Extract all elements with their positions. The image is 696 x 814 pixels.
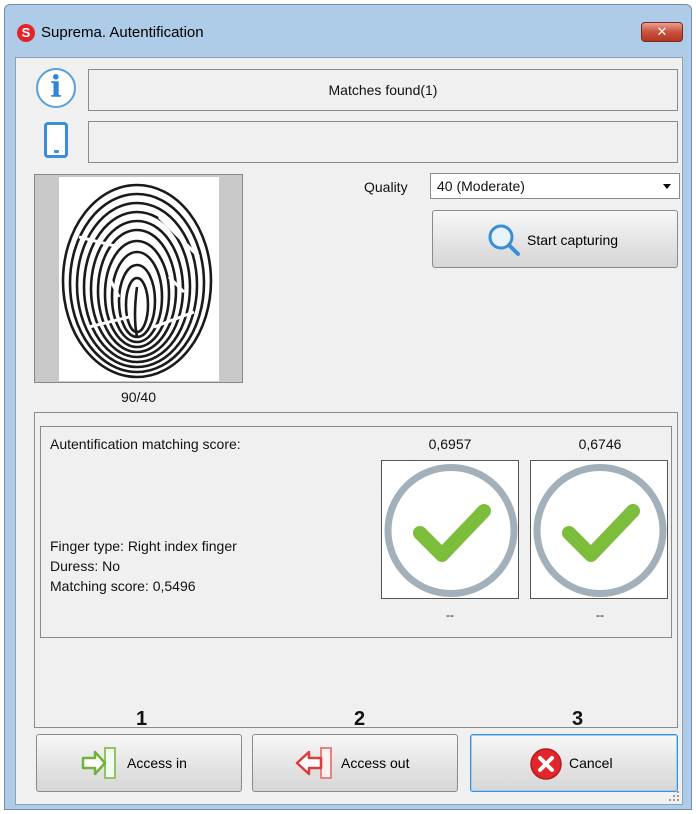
step-1-label: 1 xyxy=(136,708,148,730)
access-in-label: Access in xyxy=(127,755,187,771)
status-message-box: Matches found(1) xyxy=(88,69,678,111)
info-glyph: i xyxy=(50,70,62,105)
search-icon xyxy=(488,224,520,256)
window-title: Suprema. Autentification xyxy=(41,24,204,41)
matching-score-title: Autentification matching score: xyxy=(50,436,241,452)
dialog-client-area: i Matches found(1) 90/40 Quality 40 (Mod… xyxy=(15,57,683,805)
resize-grip-icon[interactable] xyxy=(668,790,680,802)
fingerprint-quality-caption: 90/40 xyxy=(120,389,157,405)
auth-window: S Suprema. Autentification ✕ i Matches f… xyxy=(4,4,692,810)
check-circle-icon xyxy=(533,464,667,597)
cancel-button[interactable]: Cancel xyxy=(470,734,678,792)
quality-select[interactable]: 40 (Moderate) xyxy=(430,173,680,199)
quality-selected-value: 40 (Moderate) xyxy=(437,178,525,194)
access-out-button[interactable]: Access out xyxy=(252,734,458,792)
matching-score-text: Matching score: 0,5496 xyxy=(50,578,196,594)
step-3-label: 3 xyxy=(572,708,584,730)
finger-type-text: Finger type: Right index finger xyxy=(50,538,237,554)
access-out-label: Access out xyxy=(341,755,410,771)
duress-text: Duress: No xyxy=(50,558,121,574)
start-capturing-button[interactable]: Start capturing xyxy=(432,210,678,268)
score-1-value: 0,6957 xyxy=(428,436,472,452)
access-in-button[interactable]: Access in xyxy=(36,734,242,792)
fingerprint-panel xyxy=(34,174,243,383)
check-circle-icon xyxy=(384,464,518,597)
device-message-box xyxy=(88,121,678,163)
mobile-device-icon xyxy=(44,122,68,158)
score-2-value: 0,6746 xyxy=(578,436,622,452)
enter-door-icon xyxy=(81,747,116,779)
score-2-box xyxy=(530,460,668,599)
cancel-label: Cancel xyxy=(569,755,613,771)
exit-door-icon xyxy=(295,747,332,779)
title-bar[interactable]: S Suprema. Autentification ✕ xyxy=(5,5,691,61)
score-2-footer: -- xyxy=(596,608,604,622)
score-1-footer: -- xyxy=(446,608,454,622)
cancel-x-icon xyxy=(530,748,562,780)
suprema-logo-icon: S xyxy=(17,24,35,42)
quality-label: Quality xyxy=(364,179,408,195)
start-capturing-label: Start capturing xyxy=(527,232,619,248)
score-1-box xyxy=(381,460,519,599)
fingerprint-image xyxy=(59,177,219,381)
step-2-label: 2 xyxy=(354,708,366,730)
info-icon: i xyxy=(36,68,76,108)
fingerprint-icon xyxy=(61,183,213,379)
dropdown-arrow-icon xyxy=(663,184,671,189)
close-button[interactable]: ✕ xyxy=(641,22,683,42)
